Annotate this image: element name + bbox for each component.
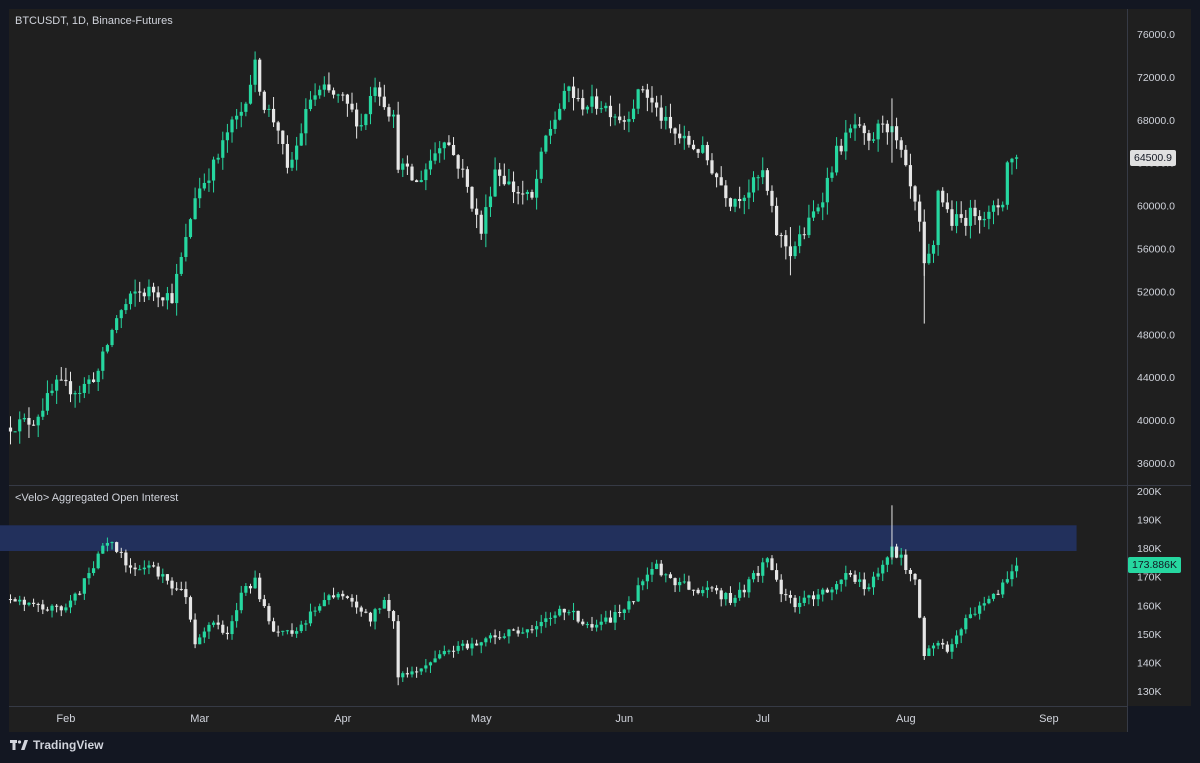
oi-highlight-zone-layer xyxy=(0,525,1077,551)
price-axis-tick-label: 68000.0 xyxy=(1137,115,1175,127)
candle xyxy=(188,217,193,239)
oi-axis-tick-label: 180K xyxy=(1137,543,1162,555)
price-axis-tick-label: 36000.0 xyxy=(1137,458,1175,470)
price-axis-tick-label: 48000.0 xyxy=(1137,329,1175,341)
time-axis[interactable] xyxy=(9,706,1127,732)
oi-axis-tick-label: 190K xyxy=(1137,515,1162,527)
candle xyxy=(576,610,580,624)
price-axis-tick-label: 72000.0 xyxy=(1137,72,1175,84)
candle xyxy=(262,90,266,114)
symbol-title[interactable]: BTCUSDT, 1D, Binance-Futures xyxy=(15,15,173,27)
time-axis-tick-label: Jun xyxy=(615,713,633,725)
time-axis-tick-label: Sep xyxy=(1039,713,1059,725)
candle xyxy=(922,616,926,660)
oi-axis-tick-label: 160K xyxy=(1137,600,1162,612)
price-pane[interactable] xyxy=(9,9,1127,485)
candle xyxy=(96,551,100,570)
oi-axis-tick-label: 170K xyxy=(1137,572,1162,584)
price-axis-tick-label: 52000.0 xyxy=(1137,286,1175,298)
time-axis-tick-label: Jul xyxy=(756,713,770,725)
price-axis-tick-label: 56000.0 xyxy=(1137,244,1175,256)
tradingview-brand-label: TradingView xyxy=(33,738,104,752)
candle xyxy=(110,328,114,348)
candle xyxy=(539,147,543,184)
candle xyxy=(115,541,119,554)
candle xyxy=(396,615,400,686)
tradingview-logo-icon xyxy=(10,739,28,751)
oi-axis-tick-label: 130K xyxy=(1137,686,1162,698)
chart-canvas[interactable]: 76000.072000.068000.064000.060000.056000… xyxy=(0,0,1200,763)
indicator-title[interactable]: <Velo> Aggregated Open Interest xyxy=(15,492,178,504)
candle xyxy=(188,595,193,623)
oi-axis-tick-label: 140K xyxy=(1137,657,1162,669)
price-axis-tick-label: 76000.0 xyxy=(1137,29,1175,41)
last-oi-tag: 173.886K xyxy=(1128,557,1181,573)
candle xyxy=(258,57,262,96)
tradingview-brand[interactable]: TradingView xyxy=(10,738,103,752)
oi-pane[interactable] xyxy=(9,486,1127,706)
time-axis-tick-label: May xyxy=(471,713,492,725)
oi-highlight-zone xyxy=(0,525,1077,551)
price-axis-tick-label: 44000.0 xyxy=(1137,372,1175,384)
oi-axis-tick-label: 150K xyxy=(1137,629,1162,641)
last-price-tag: 64500.9 xyxy=(1130,150,1176,166)
time-axis-tick-label: Aug xyxy=(896,713,916,725)
oi-axis-tick-label: 200K xyxy=(1137,486,1162,498)
candle xyxy=(470,186,474,212)
chart-frame: 76000.072000.068000.064000.060000.056000… xyxy=(0,0,1200,763)
time-axis-tick-label: Feb xyxy=(56,713,75,725)
candle xyxy=(13,431,17,433)
time-axis-tick-label: Apr xyxy=(334,713,351,725)
candle xyxy=(544,134,548,154)
time-axis-tick-label: Mar xyxy=(190,713,209,725)
candle xyxy=(1005,160,1009,210)
price-axis-tick-label: 40000.0 xyxy=(1137,415,1175,427)
candle xyxy=(918,579,922,619)
price-axis-tick-label: 60000.0 xyxy=(1137,201,1175,213)
